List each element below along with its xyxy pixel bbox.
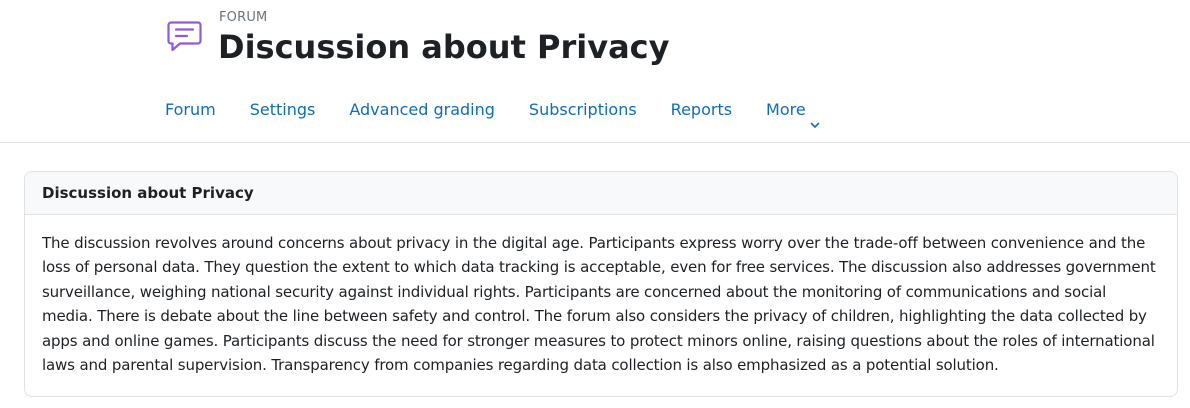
forum-description: The discussion revolves around concerns … xyxy=(42,234,1156,375)
chevron-down-icon xyxy=(810,105,820,128)
nav-item-settings[interactable]: Settings xyxy=(233,90,333,130)
secondary-navigation: Forum Settings Advanced grading Subscrip… xyxy=(148,90,837,130)
nav-item-subscriptions[interactable]: Subscriptions xyxy=(512,90,654,130)
page-header: FORUM Discussion about Privacy Forum Set… xyxy=(0,0,1190,143)
nav-item-reports[interactable]: Reports xyxy=(654,90,749,130)
card-title: Discussion about Privacy xyxy=(42,184,254,202)
nav-item-advanced-grading[interactable]: Advanced grading xyxy=(332,90,512,130)
forum-icon xyxy=(165,16,205,56)
page-title: Discussion about Privacy xyxy=(218,28,670,66)
card-header: Discussion about Privacy xyxy=(25,172,1177,215)
activity-type-label: FORUM xyxy=(219,10,268,25)
nav-item-forum[interactable]: Forum xyxy=(148,90,233,130)
nav-item-more-label: More xyxy=(766,100,806,119)
nav-item-more[interactable]: More xyxy=(749,90,837,130)
forum-intro-card: Discussion about Privacy The discussion … xyxy=(24,171,1178,397)
